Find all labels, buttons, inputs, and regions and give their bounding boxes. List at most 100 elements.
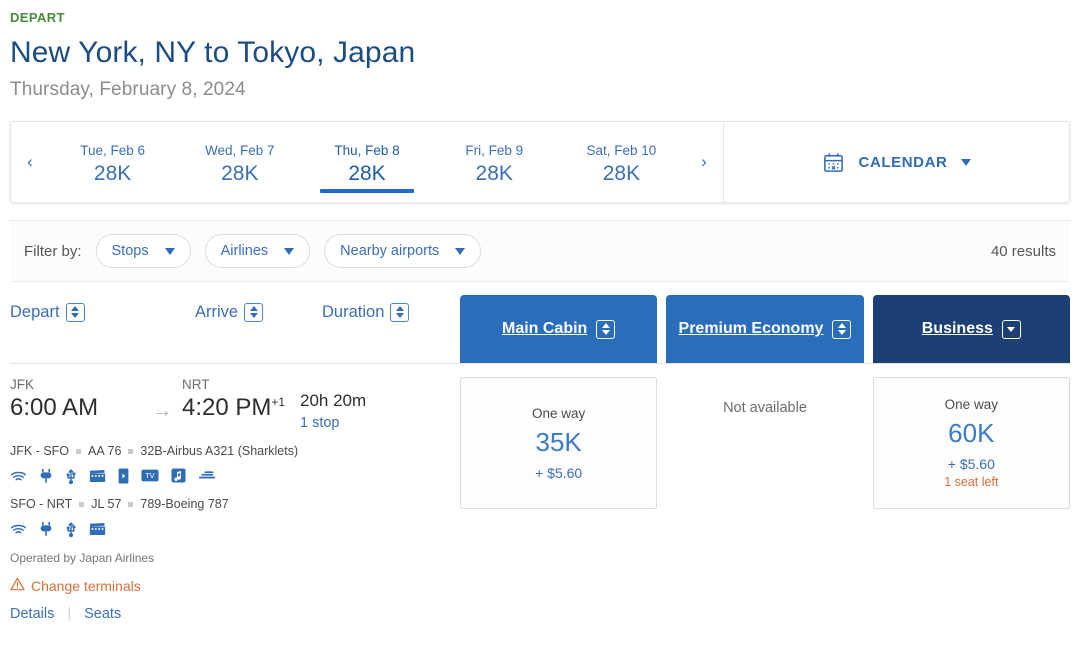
fare-price: 35K: [535, 426, 582, 457]
sort-depart-button[interactable]: Depart: [10, 302, 195, 322]
filter-nearby-airports-button[interactable]: Nearby airports: [324, 234, 482, 268]
segment-2-route: SFO - NRT: [10, 497, 73, 511]
chevron-down-icon: [961, 158, 972, 166]
fare-cell-premium-economy: Not available: [666, 377, 863, 416]
link-divider: |: [67, 606, 72, 622]
fare-seats-left: 1 seat left: [944, 475, 999, 489]
tab-main-cabin[interactable]: Main Cabin: [460, 295, 658, 363]
wifi-icon: [10, 469, 27, 483]
svg-text:TV: TV: [145, 471, 154, 480]
date-tab-1[interactable]: Wed, Feb 7 28K: [176, 122, 303, 202]
fare-tax: + $5.60: [947, 456, 995, 472]
change-terminals-label: Change terminals: [31, 577, 141, 594]
warning-icon: [10, 577, 25, 594]
arrive-time-value: 4:20 PM: [182, 394, 272, 421]
page-subtitle-date: Thursday, February 8, 2024: [10, 79, 246, 100]
operated-by-label: Operated by Japan Airlines: [10, 551, 155, 565]
flight-segment-1: JFK - SFO AA 76 32B-Airbus A321 (Sharkle…: [10, 444, 450, 484]
prev-dates-button[interactable]: ‹: [11, 122, 49, 202]
next-dates-button[interactable]: ›: [685, 122, 723, 202]
date-tab-day: Fri, Feb 9: [465, 142, 524, 158]
segment-1-flight-number: AA 76: [88, 444, 122, 458]
date-tab-3[interactable]: Fri, Feb 9 28K: [431, 122, 558, 202]
sort-down-icon: [1001, 319, 1021, 339]
date-tab-0[interactable]: Tue, Feb 6 28K: [49, 122, 176, 202]
flight-stops-link[interactable]: 1 stop: [300, 415, 366, 431]
separator-dot: [128, 501, 134, 507]
chevron-down-icon: [455, 247, 466, 255]
sort-updown-icon: [244, 302, 264, 322]
tab-premium-economy-label: Premium Economy: [678, 320, 824, 337]
usb-icon: [65, 520, 77, 537]
filter-stops-button[interactable]: Stops: [95, 234, 191, 268]
fare-cell-main-cabin: One way 35K + $5.60: [460, 377, 658, 509]
calendar-icon: [822, 151, 845, 174]
segment-2-text: SFO - NRT JL 57 789-Boeing 787: [10, 497, 450, 511]
fare-card-main-cabin[interactable]: One way 35K + $5.60: [460, 377, 658, 509]
sort-duration-button[interactable]: Duration: [322, 302, 410, 322]
chevron-down-icon: [164, 247, 175, 255]
fare-price: 60K: [948, 418, 995, 448]
results-count: 40 results: [990, 242, 1056, 260]
sort-updown-icon: [832, 319, 852, 339]
duration-block: 20h 20m 1 stop: [300, 377, 366, 431]
segment-2-flight-number: JL 57: [91, 497, 122, 511]
depart-airport-code: JFK: [10, 377, 35, 392]
tab-main-cabin-label: Main Cabin: [501, 320, 588, 337]
sort-controls: Depart Arrive Duration: [10, 283, 460, 363]
arrive-airport-code: NRT: [182, 377, 210, 392]
fare-cell-business: One way 60K + $5.60 1 seat left: [872, 377, 1070, 509]
arrive-time-block: NRT 4:20 PM+1: [182, 377, 300, 422]
details-link[interactable]: Details: [10, 606, 54, 622]
date-tab-day: Wed, Feb 7: [205, 142, 275, 158]
date-tab-price: 28K: [348, 161, 386, 185]
depart-label: DEPART: [10, 10, 65, 25]
tab-premium-economy[interactable]: Premium Economy: [666, 295, 864, 363]
wifi-icon: [10, 522, 27, 536]
flight-segment-2: SFO - NRT JL 57 789-Boeing 787: [10, 497, 450, 537]
cabin-tabs: Main Cabin Premium Economy Business: [460, 295, 1070, 363]
depart-time-block: JFK 6:00 AM: [10, 377, 142, 422]
date-tab-day: Tue, Feb 6: [80, 142, 145, 158]
filter-airlines-button[interactable]: Airlines: [204, 234, 311, 268]
date-tab-2-selected[interactable]: Thu, Feb 8 28K: [303, 122, 430, 202]
change-terminals-link[interactable]: Change terminals: [10, 577, 450, 594]
date-tabs: Tue, Feb 6 28K Wed, Feb 7 28K Thu, Feb 8…: [49, 122, 685, 202]
date-tab-day: Thu, Feb 8: [334, 142, 400, 158]
sort-duration-label: Duration: [322, 302, 385, 321]
tv-icon: TV: [141, 469, 159, 482]
tab-business-label: Business: [921, 320, 993, 337]
fare-oneway-label: One way: [532, 405, 586, 421]
fare-cells: One way 35K + $5.60 Not available One wa…: [460, 377, 1070, 622]
segment-1-route: JFK - SFO: [10, 444, 70, 458]
segment-1-text: JFK - SFO AA 76 32B-Airbus A321 (Sharkle…: [10, 444, 450, 458]
separator-dot: [79, 501, 85, 507]
fare-card-business[interactable]: One way 60K + $5.60 1 seat left: [872, 377, 1070, 509]
page-title: New York, NY to Tokyo, Japan: [10, 36, 416, 69]
page-header: DEPART New York, NY to Tokyo, Japan Thur…: [0, 0, 1080, 101]
seats-link[interactable]: Seats: [84, 606, 121, 622]
filter-nearby-airports-label: Nearby airports: [340, 243, 440, 259]
filter-bar: Filter by: Stops Airlines Nearby airport…: [10, 220, 1070, 282]
date-tab-4[interactable]: Sat, Feb 10 28K: [558, 122, 685, 202]
date-tab-day: Sat, Feb 10: [586, 142, 657, 158]
sort-updown-icon: [390, 302, 410, 322]
calendar-button[interactable]: CALENDAR: [724, 122, 1069, 202]
fare-oneway-label: One way: [944, 397, 998, 412]
tab-business[interactable]: Business: [872, 295, 1070, 363]
segment-1-aircraft: 32B-Airbus A321 (Sharklets): [140, 444, 299, 458]
date-strip: ‹ Tue, Feb 6 28K Wed, Feb 7 28K Thu, Feb…: [10, 121, 1070, 203]
sort-arrive-button[interactable]: Arrive: [195, 302, 322, 322]
movie-icon: [89, 522, 106, 536]
date-strip-container: ‹ Tue, Feb 6 28K Wed, Feb 7 28K Thu, Feb…: [0, 121, 1080, 203]
flight-action-links: Details | Seats: [10, 606, 450, 622]
date-tab-price: 28K: [602, 161, 641, 185]
power-icon: [39, 468, 53, 484]
segment-1-amenities: TV: [10, 467, 450, 484]
movie-icon: [89, 469, 106, 483]
arrive-day-offset: +1: [271, 395, 286, 409]
results-table-header: Depart Arrive Duration Main Cabin Premiu…: [0, 283, 1080, 363]
calendar-label: CALENDAR: [858, 153, 948, 171]
segment-2-amenities: [10, 520, 450, 537]
usb-icon: [65, 467, 77, 484]
